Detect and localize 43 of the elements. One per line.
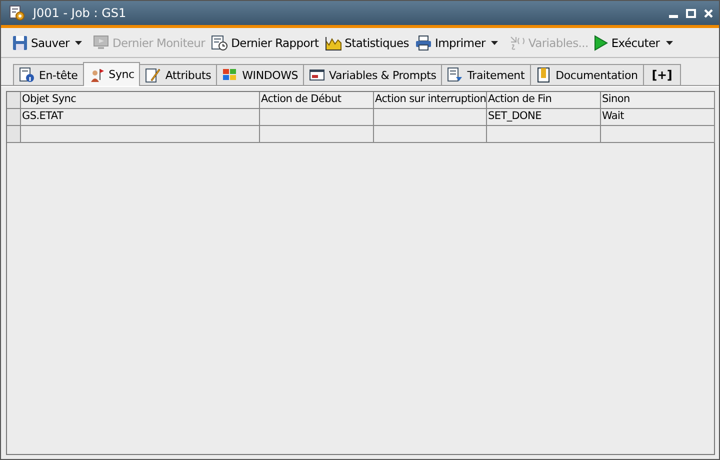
pencil-document-icon	[145, 67, 162, 83]
tab[interactable]: En-tête	[13, 64, 84, 85]
person-flag-icon	[88, 66, 105, 82]
table-cell: SET_DONE	[488, 110, 542, 122]
toolbar-button[interactable]: Statistiques	[322, 31, 412, 55]
report-clock-icon	[211, 35, 228, 51]
tab[interactable]: WINDOWS	[216, 64, 304, 85]
row-header[interactable]	[7, 109, 21, 125]
table-cell: GS.ETAT	[22, 110, 64, 122]
tab[interactable]: Sync	[82, 62, 140, 86]
book-icon	[536, 67, 552, 83]
column-header[interactable]: Action sur interruption	[374, 92, 487, 108]
toolbar-button[interactable]: Sauver	[9, 31, 72, 55]
variables-icon	[509, 35, 526, 51]
dropdown-caret-icon[interactable]	[491, 41, 498, 45]
printer-icon	[414, 35, 432, 51]
job-gear-icon	[9, 5, 25, 21]
toolbar-button[interactable]: Imprimer	[412, 31, 488, 55]
close-icon[interactable]	[704, 8, 713, 18]
table-cell: Wait	[602, 110, 624, 122]
window-title: J001 - Job : GS1	[33, 6, 128, 20]
tab[interactable]: Traitement	[441, 64, 531, 85]
toolbar-button[interactable]: Dernier Rapport	[208, 31, 322, 55]
tab[interactable]: Attributs	[139, 64, 218, 85]
dropdown-caret-icon[interactable]	[666, 41, 673, 45]
info-document-icon	[19, 67, 35, 83]
column-header[interactable]: Action de Début	[260, 92, 374, 108]
toolbar-button[interactable]: Exécuter	[591, 31, 663, 55]
list-arrow-icon	[447, 67, 464, 83]
maximize-icon[interactable]	[686, 8, 696, 18]
tab[interactable]: Documentation	[530, 64, 644, 85]
window-variables-icon	[309, 67, 326, 83]
tab[interactable]: [+]	[642, 64, 682, 85]
tab[interactable]: Variables & Prompts	[303, 64, 442, 85]
chart-icon	[324, 35, 342, 51]
column-header[interactable]: Sinon	[601, 92, 715, 108]
dropdown-caret-icon[interactable]	[75, 41, 82, 45]
column-header[interactable]: Action de Fin	[487, 92, 601, 108]
play-icon	[594, 35, 608, 51]
column-header[interactable]: Objet Sync	[21, 92, 260, 108]
windows-flag-icon	[222, 67, 238, 83]
row-header[interactable]	[7, 126, 21, 142]
monitor-icon	[93, 35, 110, 51]
